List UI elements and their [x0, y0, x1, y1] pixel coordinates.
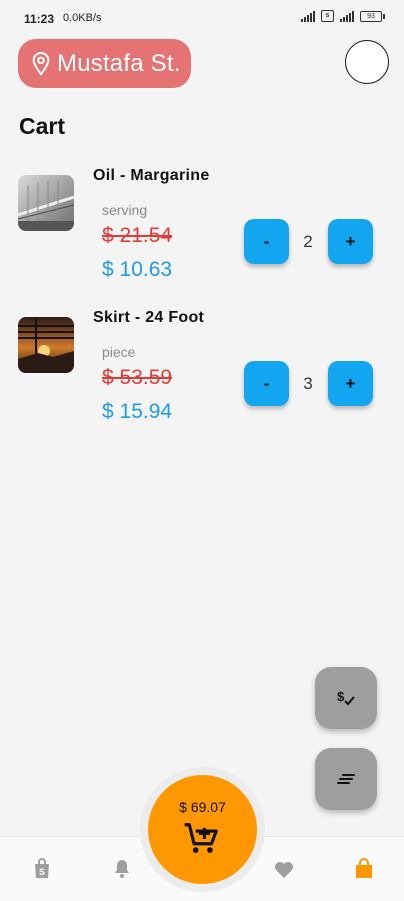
status-bar: 11:23 0.0KB/s s 93	[0, 0, 404, 38]
original-price: $ 53.59	[102, 366, 173, 389]
network-speed: 0.0KB/s	[63, 12, 102, 24]
heart-icon[interactable]	[272, 857, 296, 881]
svg-text:$: $	[337, 689, 345, 704]
decrement-button[interactable]: -	[244, 361, 289, 406]
increment-button[interactable]: +	[328, 219, 373, 264]
battery-icon: 93	[360, 10, 385, 22]
cart-item: Skirt - 24 Foot piece $ 53.59 $ 15.94 - …	[0, 302, 404, 432]
signal-icon	[301, 10, 315, 22]
status-icons: s 93	[301, 10, 385, 22]
signal-icon-2	[340, 10, 354, 22]
product-name: Skirt - 24 Foot	[93, 309, 205, 326]
add-to-cart-icon	[184, 823, 218, 853]
location-label: Mustafa St.	[57, 49, 181, 77]
quantity-value: 2	[303, 232, 313, 251]
decrement-button[interactable]: -	[244, 219, 289, 264]
checkout-button[interactable]: $ 69.07	[148, 775, 257, 884]
quantity-value: 3	[303, 374, 313, 393]
product-unit: piece	[102, 344, 136, 360]
sim-icon: s	[321, 10, 334, 22]
svg-text:S: S	[39, 867, 45, 877]
sort-button[interactable]	[315, 748, 377, 810]
price-check-icon: $	[337, 689, 355, 706]
increment-button[interactable]: +	[328, 361, 373, 406]
product-image	[18, 175, 74, 231]
sort-lines-icon	[337, 774, 355, 784]
shop-icon[interactable]: S	[30, 857, 54, 881]
original-price: $ 21.54	[102, 224, 173, 247]
page-title: Cart	[19, 113, 66, 139]
cart-total: $ 69.07	[179, 799, 226, 815]
cart-item: Oil - Margarine serving $ 21.54 $ 10.63 …	[0, 160, 404, 290]
discounted-price: $ 10.63	[102, 258, 173, 281]
price-check-button[interactable]: $	[315, 667, 377, 729]
shopping-bag-icon[interactable]	[352, 857, 376, 881]
avatar[interactable]	[345, 40, 389, 84]
location-selector[interactable]: Mustafa St.	[18, 39, 191, 88]
product-image	[18, 317, 74, 373]
map-pin-icon	[32, 51, 50, 76]
status-time: 11:23	[24, 12, 55, 26]
discounted-price: $ 15.94	[102, 400, 173, 423]
product-name: Oil - Margarine	[93, 167, 210, 184]
product-unit: serving	[102, 202, 148, 218]
bell-icon[interactable]	[110, 857, 134, 881]
